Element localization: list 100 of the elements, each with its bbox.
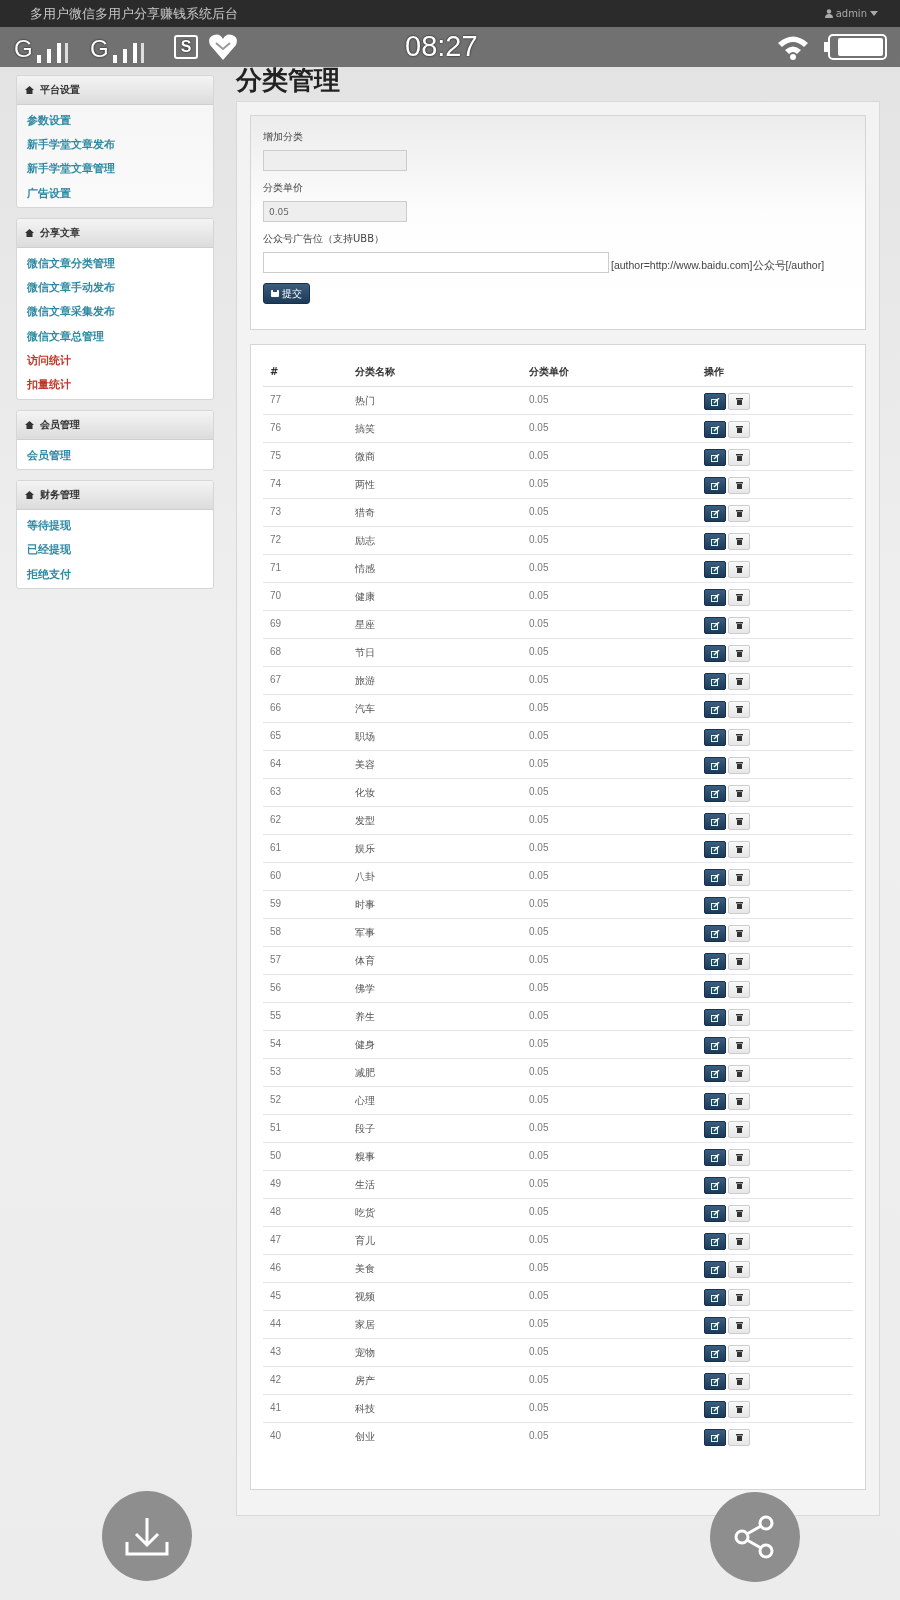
delete-button[interactable] xyxy=(728,1093,750,1110)
delete-button[interactable] xyxy=(728,729,750,746)
edit-button[interactable] xyxy=(704,729,726,746)
input-field[interactable]: 0.05 xyxy=(263,201,407,222)
delete-button[interactable] xyxy=(728,1233,750,1250)
edit-button[interactable] xyxy=(704,953,726,970)
table-cell: 0.05 xyxy=(522,1002,697,1031)
sidebar-link[interactable]: 微信文章手动发布 xyxy=(17,275,213,300)
edit-button[interactable] xyxy=(704,1093,726,1110)
delete-button[interactable] xyxy=(728,617,750,634)
table-cell: 65 xyxy=(263,722,348,751)
edit-button[interactable] xyxy=(704,1233,726,1250)
edit-button[interactable] xyxy=(704,617,726,634)
edit-button[interactable] xyxy=(704,1121,726,1138)
sidebar-link[interactable]: 微信文章总管理 xyxy=(17,324,213,349)
edit-button[interactable] xyxy=(704,533,726,550)
edit-button[interactable] xyxy=(704,1373,726,1390)
edit-button[interactable] xyxy=(704,813,726,830)
delete-button[interactable] xyxy=(728,1177,750,1194)
input-field[interactable] xyxy=(263,150,407,171)
delete-button[interactable] xyxy=(728,673,750,690)
delete-button[interactable] xyxy=(728,1261,750,1278)
edit-button[interactable] xyxy=(704,1317,726,1334)
edit-button[interactable] xyxy=(704,477,726,494)
trash-icon xyxy=(735,1238,743,1245)
edit-button[interactable] xyxy=(704,505,726,522)
edit-button[interactable] xyxy=(704,561,726,578)
edit-button[interactable] xyxy=(704,981,726,998)
edit-button[interactable] xyxy=(704,897,726,914)
edit-button[interactable] xyxy=(704,1037,726,1054)
delete-button[interactable] xyxy=(728,1037,750,1054)
delete-button[interactable] xyxy=(728,757,750,774)
sidebar-link[interactable]: 拒绝支付 xyxy=(17,561,213,587)
delete-button[interactable] xyxy=(728,449,750,466)
edit-button[interactable] xyxy=(704,1009,726,1026)
delete-button[interactable] xyxy=(728,813,750,830)
submit-button[interactable]: 提交 xyxy=(263,283,310,304)
delete-button[interactable] xyxy=(728,1373,750,1390)
edit-button[interactable] xyxy=(704,1205,726,1222)
sidebar-link[interactable]: 已经提现 xyxy=(17,537,213,562)
delete-button[interactable] xyxy=(728,1121,750,1138)
delete-button[interactable] xyxy=(728,841,750,858)
edit-button[interactable] xyxy=(704,1289,726,1306)
table-cell: 猎奇 xyxy=(348,498,522,527)
delete-button[interactable] xyxy=(728,477,750,494)
delete-button[interactable] xyxy=(728,1065,750,1082)
edit-button[interactable] xyxy=(704,589,726,606)
delete-button[interactable] xyxy=(728,421,750,438)
sidebar-link[interactable]: 等待提现 xyxy=(17,513,213,538)
edit-button[interactable] xyxy=(704,1149,726,1166)
edit-button[interactable] xyxy=(704,393,726,410)
edit-button[interactable] xyxy=(704,449,726,466)
delete-button[interactable] xyxy=(728,869,750,886)
delete-button[interactable] xyxy=(728,533,750,550)
delete-button[interactable] xyxy=(728,1317,750,1334)
delete-button[interactable] xyxy=(728,897,750,914)
delete-button[interactable] xyxy=(728,785,750,802)
delete-button[interactable] xyxy=(728,505,750,522)
delete-button[interactable] xyxy=(728,1009,750,1026)
edit-button[interactable] xyxy=(704,701,726,718)
edit-button[interactable] xyxy=(704,869,726,886)
sidebar-link[interactable]: 新手学堂文章管理 xyxy=(17,156,213,181)
user-menu[interactable]: admin xyxy=(824,8,878,19)
sidebar-link[interactable]: 访问统计 xyxy=(17,348,213,373)
sidebar-link[interactable]: 微信文章采集发布 xyxy=(17,299,213,325)
sidebar-link[interactable]: 会员管理 xyxy=(17,442,213,468)
edit-button[interactable] xyxy=(704,673,726,690)
delete-button[interactable] xyxy=(728,1345,750,1362)
input-field[interactable] xyxy=(263,252,609,273)
sidebar-link[interactable]: 微信文章分类管理 xyxy=(17,251,213,276)
edit-button[interactable] xyxy=(704,1429,726,1446)
delete-button[interactable] xyxy=(728,925,750,942)
sidebar-link[interactable]: 参数设置 xyxy=(17,108,213,133)
delete-button[interactable] xyxy=(728,1429,750,1446)
delete-button[interactable] xyxy=(728,1401,750,1418)
delete-button[interactable] xyxy=(728,1205,750,1222)
edit-button[interactable] xyxy=(704,1345,726,1362)
edit-button[interactable] xyxy=(704,645,726,662)
edit-button[interactable] xyxy=(704,1177,726,1194)
edit-button[interactable] xyxy=(704,925,726,942)
delete-button[interactable] xyxy=(728,393,750,410)
edit-button[interactable] xyxy=(704,757,726,774)
sidebar-link[interactable]: 新手学堂文章发布 xyxy=(17,132,213,157)
edit-button[interactable] xyxy=(704,1261,726,1278)
edit-button[interactable] xyxy=(704,1065,726,1082)
delete-button[interactable] xyxy=(728,561,750,578)
delete-button[interactable] xyxy=(728,981,750,998)
edit-button[interactable] xyxy=(704,1401,726,1418)
sidebar-link[interactable]: 广告设置 xyxy=(17,180,213,206)
trash-icon xyxy=(735,1406,743,1413)
delete-button[interactable] xyxy=(728,645,750,662)
edit-button[interactable] xyxy=(704,785,726,802)
delete-button[interactable] xyxy=(728,1289,750,1306)
delete-button[interactable] xyxy=(728,1149,750,1166)
delete-button[interactable] xyxy=(728,701,750,718)
edit-button[interactable] xyxy=(704,421,726,438)
delete-button[interactable] xyxy=(728,953,750,970)
delete-button[interactable] xyxy=(728,589,750,606)
sidebar-link[interactable]: 扣量统计 xyxy=(17,372,213,397)
edit-button[interactable] xyxy=(704,841,726,858)
